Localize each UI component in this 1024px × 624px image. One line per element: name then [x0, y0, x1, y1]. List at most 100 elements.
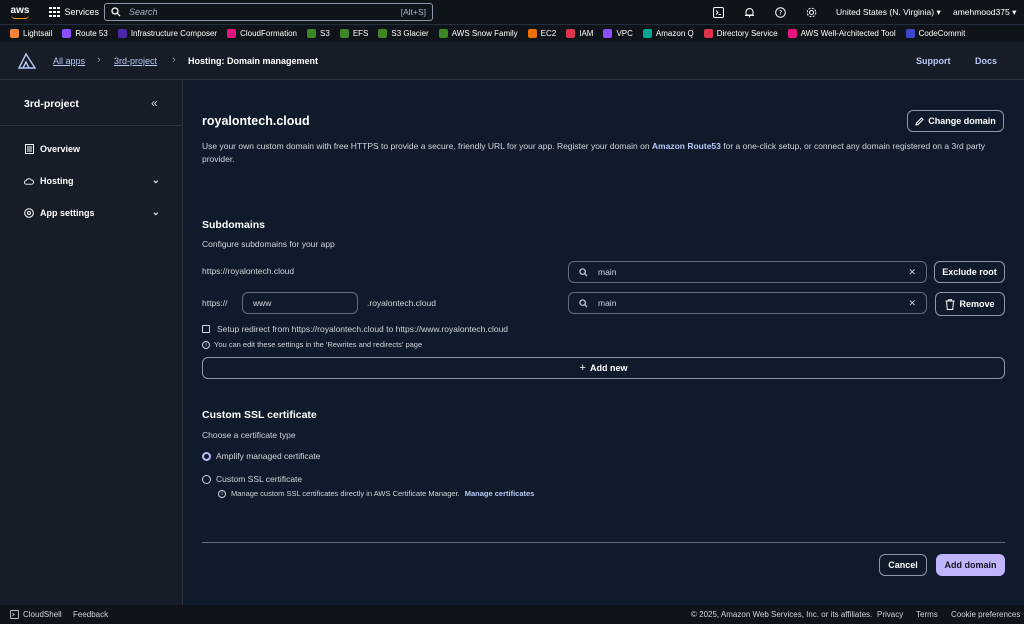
subdomain-scheme: https://: [202, 298, 228, 308]
bookmark-item[interactable]: EC2: [527, 29, 556, 38]
subdomain-prefix-value: www: [253, 298, 272, 308]
notifications-bell-icon[interactable]: [743, 6, 755, 18]
svg-text:?: ?: [778, 9, 782, 17]
edit-pencil-icon: [915, 116, 924, 126]
add-new-label: Add new: [589, 363, 628, 373]
bookmark-item[interactable]: IAM: [566, 29, 593, 38]
bookmark-item[interactable]: S3: [307, 29, 330, 38]
subdomain-suffix: .royalontech.cloud: [367, 298, 436, 308]
services-menu-button[interactable]: Services: [49, 6, 100, 18]
manage-certificates-link[interactable]: Manage certificates: [465, 489, 535, 498]
redirect-info-text: You can edit these settings in the 'Rewr…: [214, 340, 423, 349]
cloudshell-icon[interactable]: [712, 6, 724, 18]
breadcrumb-all-apps[interactable]: All apps: [53, 56, 85, 66]
bookmark-item[interactable]: CloudFormation: [227, 29, 297, 38]
bookmark-item[interactable]: Directory Service: [703, 29, 778, 38]
bookmark-item[interactable]: Lightsail: [10, 29, 52, 38]
aws-logo-text: aws: [10, 4, 30, 16]
exclude-root-button[interactable]: Exclude root: [934, 261, 1005, 283]
service-icon: [227, 29, 237, 38]
cloudshell-label: CloudShell: [23, 610, 62, 619]
breadcrumb-project[interactable]: 3rd-project: [114, 56, 157, 66]
cancel-label: Cancel: [888, 560, 918, 570]
ssl-info: i Manage custom SSL certificates directl…: [218, 489, 534, 498]
support-link[interactable]: Support: [916, 56, 951, 66]
top-icons: ?: [712, 0, 836, 24]
cancel-button[interactable]: Cancel: [879, 554, 927, 576]
info-icon: i: [218, 489, 226, 498]
clear-icon[interactable]: ✕: [908, 267, 916, 278]
collapse-sidebar-icon[interactable]: «: [151, 96, 158, 110]
sidebar-item-hosting[interactable]: Hosting ⌄: [24, 175, 160, 186]
ssl-option-managed-label: Amplify managed certificate: [216, 451, 321, 461]
redirect-label: Setup redirect from https://royalontech.…: [217, 324, 509, 334]
service-icon: [339, 29, 349, 38]
bookmark-label: S3: [320, 29, 330, 38]
bookmark-item[interactable]: VPC: [603, 29, 633, 38]
add-new-subdomain-button[interactable]: + Add new: [202, 357, 1005, 379]
bookmark-label: Route 53: [75, 29, 108, 38]
feedback-link[interactable]: Feedback: [73, 610, 108, 619]
redirect-checkbox-row[interactable]: Setup redirect from https://royalontech.…: [202, 324, 508, 334]
search-input[interactable]: Search [Alt+S]: [104, 3, 433, 21]
bookmark-label: VPC: [616, 29, 633, 38]
route53-link[interactable]: Amazon Route53: [652, 141, 721, 151]
bookmark-item[interactable]: CodeCommit: [905, 29, 965, 38]
bookmark-item[interactable]: S3 Glacier: [378, 29, 429, 38]
description-text: Use your own custom domain with free HTT…: [202, 141, 652, 151]
bookmark-item[interactable]: AWS Snow Family: [438, 29, 518, 38]
service-icon: [117, 29, 127, 38]
change-domain-label: Change domain: [928, 116, 996, 126]
bookmark-item[interactable]: Route 53: [62, 29, 108, 38]
breadcrumb-current: Hosting: Domain management: [188, 56, 319, 66]
radio-selected-icon[interactable]: [202, 451, 211, 461]
root-branch-select[interactable]: main ✕: [568, 261, 927, 283]
service-icon: [527, 29, 537, 38]
help-icon[interactable]: ?: [774, 6, 786, 18]
cloudshell-footer-button[interactable]: CloudShell: [10, 610, 62, 619]
ssl-option-managed[interactable]: Amplify managed certificate: [202, 451, 320, 461]
docs-link[interactable]: Docs: [975, 56, 997, 66]
change-domain-button[interactable]: Change domain: [907, 110, 1004, 132]
service-icon: [10, 29, 19, 38]
region-selector[interactable]: United States (N. Virginia) ▾: [836, 7, 941, 18]
bookmark-item[interactable]: AWS Well-Architected Tool: [787, 29, 896, 38]
ssl-option-custom-label: Custom SSL certificate: [216, 474, 303, 484]
subdomains-subtitle: Configure subdomains for your app: [202, 239, 335, 249]
services-label: Services: [64, 7, 100, 17]
bookmark-label: Amazon Q: [655, 29, 694, 38]
aws-smile-icon: [11, 15, 29, 19]
chevron-right-icon: ›: [97, 54, 101, 66]
bookmark-item[interactable]: Infrastructure Composer: [117, 29, 217, 38]
ssl-info-text: Manage custom SSL certificates directly …: [231, 489, 460, 498]
clear-icon[interactable]: ✕: [908, 298, 916, 309]
subdomain-prefix-input[interactable]: www: [242, 292, 358, 314]
exclude-root-label: Exclude root: [942, 267, 997, 277]
aws-logo[interactable]: aws: [0, 0, 40, 24]
remove-subdomain-button[interactable]: Remove: [935, 292, 1005, 316]
privacy-link[interactable]: Privacy: [877, 610, 903, 619]
root-branch-value: main: [598, 267, 617, 277]
amplify-logo-icon[interactable]: [18, 53, 36, 69]
cookie-preferences-link[interactable]: Cookie preferences: [951, 610, 1020, 619]
service-icon: [642, 29, 652, 38]
subdomain-branch-select[interactable]: main ✕: [568, 292, 927, 314]
settings-gear-icon[interactable]: [805, 6, 817, 18]
terms-link[interactable]: Terms: [916, 610, 938, 619]
account-menu[interactable]: amehmood375 ▾: [953, 7, 1016, 18]
search-icon: [579, 267, 588, 277]
top-navigation: aws Services Search [Alt+S] ? United Sta…: [0, 0, 1024, 24]
bookmark-item[interactable]: EFS: [339, 29, 368, 38]
sidebar-item-app-settings[interactable]: App settings ⌄: [24, 207, 160, 218]
root-domain-url: https://royalontech.cloud: [202, 266, 295, 276]
favorites-bar: Lightsail Route 53 Infrastructure Composer…: [0, 24, 1024, 42]
plus-icon: +: [579, 362, 586, 374]
radio-unselected-icon[interactable]: [202, 474, 211, 484]
redirect-checkbox[interactable]: [202, 325, 210, 333]
ssl-option-custom[interactable]: Custom SSL certificate: [202, 474, 302, 484]
add-domain-button[interactable]: Add domain: [936, 554, 1005, 576]
sidebar-item-overview[interactable]: Overview: [24, 144, 160, 154]
subdomains-heading: Subdomains: [202, 219, 266, 231]
service-icon: [378, 29, 388, 38]
bookmark-item[interactable]: Amazon Q: [642, 29, 694, 38]
